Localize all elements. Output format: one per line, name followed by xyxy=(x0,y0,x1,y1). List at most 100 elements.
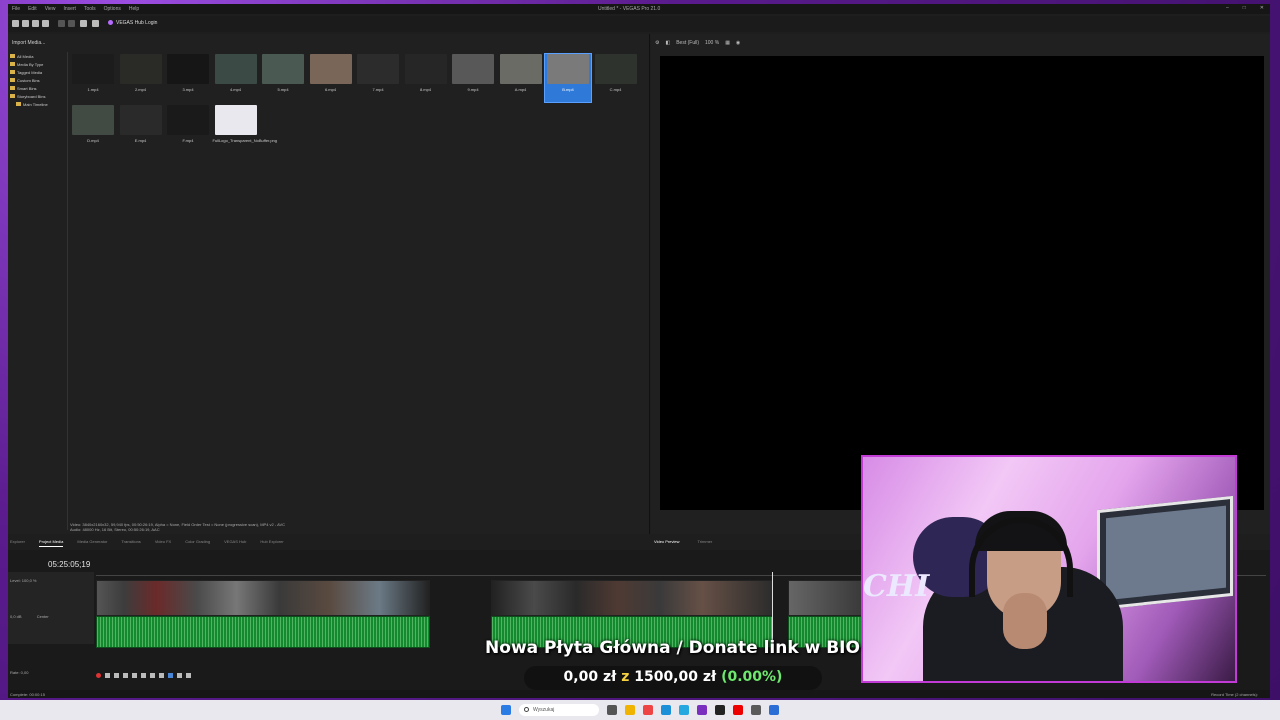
media-thumbnail[interactable]: E.mp4 xyxy=(118,105,164,143)
selection-tool-icon[interactable] xyxy=(186,672,191,678)
tab-vegas-hub[interactable]: VEGAS Hub xyxy=(224,539,246,547)
media-thumbnail[interactable]: 6.mp4 xyxy=(308,54,354,92)
play-icon[interactable] xyxy=(123,672,128,678)
media-thumbnail[interactable]: 7.mp4 xyxy=(355,54,401,92)
menu-tools[interactable]: Tools xyxy=(84,6,96,12)
new-project-icon[interactable] xyxy=(12,20,19,27)
donation-amount: 0,00 zł z 1500,00 zł (0.00%) xyxy=(524,669,822,685)
video-clip[interactable] xyxy=(788,580,862,616)
audio-clip[interactable] xyxy=(96,616,430,648)
media-thumbnail[interactable]: 3.mp4 xyxy=(165,54,211,92)
overlays-icon[interactable]: ▦ xyxy=(725,40,730,46)
taskbar-search[interactable]: Wyszukaj xyxy=(519,704,599,716)
cut-icon[interactable] xyxy=(58,20,65,27)
tiktok-icon[interactable] xyxy=(715,705,725,715)
media-thumbnail[interactable]: 4.mp4 xyxy=(213,54,259,92)
preview-zoom-select[interactable]: 100 % xyxy=(705,40,719,46)
task-view-icon[interactable] xyxy=(607,705,617,715)
file-explorer-icon[interactable] xyxy=(625,705,635,715)
media-thumbnail[interactable]: F.mp4 xyxy=(165,105,211,143)
menu-help[interactable]: Help xyxy=(129,6,139,12)
menu-insert[interactable]: Insert xyxy=(63,6,76,12)
save-icon[interactable] xyxy=(32,20,39,27)
split-screen-icon[interactable]: ◧ xyxy=(665,40,670,46)
media-thumbnail[interactable]: 5.mp4 xyxy=(260,54,306,92)
stop-icon[interactable] xyxy=(141,672,146,678)
tab-trimmer[interactable]: Trimmer xyxy=(698,539,713,547)
open-icon[interactable] xyxy=(22,20,29,27)
media-thumbnail[interactable]: 1.mp4 xyxy=(70,54,116,92)
telegram-icon[interactable] xyxy=(679,705,689,715)
start-menu-icon[interactable] xyxy=(501,705,511,715)
chrome-icon[interactable] xyxy=(643,705,653,715)
tree-main-timeline[interactable]: Main Timeline xyxy=(10,100,67,108)
play-from-start-icon[interactable] xyxy=(114,672,119,678)
normal-edit-tool-icon[interactable] xyxy=(168,672,173,678)
audio-track-header[interactable]: 0,0 dB Center xyxy=(10,614,92,619)
video-track-level[interactable]: Level: 100,0 % xyxy=(10,578,92,583)
envelope-tool-icon[interactable] xyxy=(177,672,182,678)
copy-icon[interactable] xyxy=(68,20,75,27)
import-media-button[interactable]: Import Media... xyxy=(12,40,45,46)
hoodie-print: CHI xyxy=(863,569,930,604)
record-icon[interactable] xyxy=(96,672,101,678)
video-clip[interactable] xyxy=(96,580,430,616)
pause-icon[interactable] xyxy=(132,672,137,678)
undo-icon[interactable] xyxy=(80,20,87,27)
tree-storyboard-bins[interactable]: Storyboard Bins xyxy=(10,92,67,100)
tab-explorer[interactable]: Explorer xyxy=(10,539,25,547)
tab-video-fx[interactable]: Video FX xyxy=(155,539,171,547)
close-icon[interactable]: ✕ xyxy=(1260,5,1264,11)
thumbnail-label: 1.mp4 xyxy=(87,87,99,92)
menu-edit[interactable]: Edit xyxy=(28,6,37,12)
thumbnail-image xyxy=(167,105,209,135)
video-track-header[interactable]: Level: 100,0 % xyxy=(10,578,92,583)
menu-view[interactable]: View xyxy=(45,6,56,12)
hub-login-button[interactable]: VEGAS Hub Login xyxy=(108,20,157,26)
loop-icon[interactable] xyxy=(105,672,110,678)
menu-file[interactable]: File xyxy=(12,6,20,12)
media-thumbnail[interactable]: B.mp4 xyxy=(544,53,592,103)
thumbnail-label: 5.mp4 xyxy=(277,87,289,92)
menu-options[interactable]: Options xyxy=(104,6,121,12)
tab-transitions[interactable]: Transitions xyxy=(121,539,140,547)
obs-icon[interactable] xyxy=(751,705,761,715)
audio-track-pan[interactable]: Center xyxy=(37,614,49,619)
tab-video-preview[interactable]: Video Preview xyxy=(654,539,680,547)
windows-taskbar: Wyszukaj xyxy=(0,700,1280,720)
vegas-icon[interactable] xyxy=(769,705,779,715)
media-thumbnail[interactable]: 8.mp4 xyxy=(403,54,449,92)
media-thumbnail[interactable]: FullLogo_Transparent_NoBuffer.png xyxy=(213,105,277,143)
preview-quality-select[interactable]: Best (Full) xyxy=(676,40,699,46)
video-clip[interactable] xyxy=(491,580,773,616)
go-to-end-icon[interactable] xyxy=(159,672,164,678)
thumbnail-image xyxy=(309,54,352,84)
media-thumbnail[interactable]: A.mp4 xyxy=(498,54,544,92)
tree-smart-bins[interactable]: Smart Bins xyxy=(10,84,67,92)
go-to-start-icon[interactable] xyxy=(150,672,155,678)
media-thumbnail[interactable]: 9.mp4 xyxy=(450,54,496,92)
tree-custom-bins[interactable]: Custom Bins xyxy=(10,76,67,84)
tree-all-media[interactable]: All Media xyxy=(10,52,67,60)
preview-settings-icon[interactable]: ⚙ xyxy=(655,40,659,46)
edge-icon[interactable] xyxy=(661,705,671,715)
minimize-icon[interactable]: – xyxy=(1226,5,1229,11)
redo-icon[interactable] xyxy=(92,20,99,27)
media-thumbnail[interactable]: C.mp4 xyxy=(593,54,639,92)
tab-hub-explorer[interactable]: Hub Explorer xyxy=(260,539,283,547)
media-info-audio: Audio: 48000 Hz, 16 Bit, Stereo, 00:50:2… xyxy=(70,527,160,532)
maximize-icon[interactable]: □ xyxy=(1243,5,1246,11)
tab-project-media[interactable]: Project Media xyxy=(38,539,64,547)
media-thumbnail[interactable]: 2.mp4 xyxy=(118,54,164,92)
media-thumbnail[interactable]: D.mp4 xyxy=(70,105,116,143)
twitch-icon[interactable] xyxy=(697,705,707,715)
properties-icon[interactable] xyxy=(42,20,49,27)
snapshot-icon[interactable]: ◉ xyxy=(736,40,740,46)
tab-color-grading[interactable]: Color Grading xyxy=(185,539,210,547)
youtube-icon[interactable] xyxy=(733,705,743,715)
tree-media-by-type[interactable]: Media By Type xyxy=(10,60,67,68)
tab-media-generator[interactable]: Media Generator xyxy=(77,539,107,547)
audio-track-volume[interactable]: 0,0 dB xyxy=(10,614,22,619)
playhead-cursor[interactable] xyxy=(772,572,773,648)
tree-tagged-media[interactable]: Tagged Media xyxy=(10,68,67,76)
